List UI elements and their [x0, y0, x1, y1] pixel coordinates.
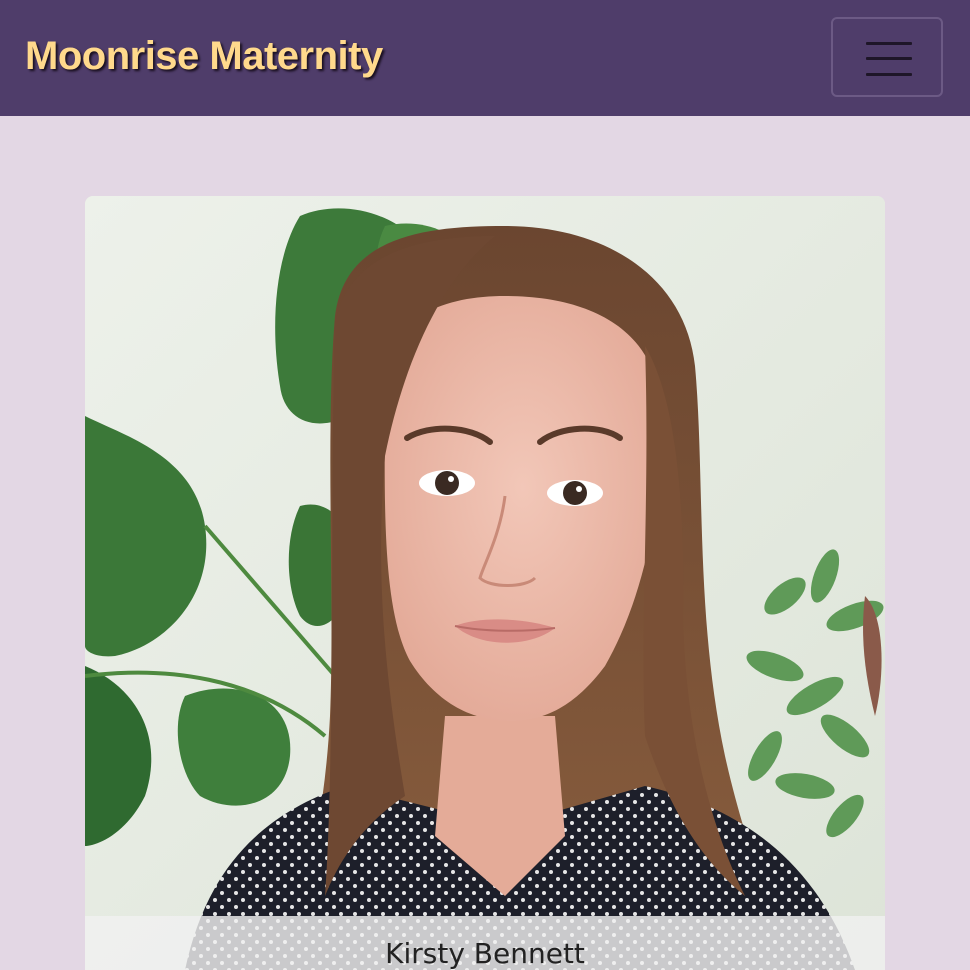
profile-caption: Kirsty Bennett: [85, 916, 885, 970]
top-navbar: Moonrise Maternity: [0, 0, 970, 116]
brand-logo-text[interactable]: Moonrise Maternity: [25, 31, 383, 81]
profile-photo: [85, 196, 885, 970]
menu-toggle-button[interactable]: [831, 17, 943, 97]
profile-card: Kirsty Bennett: [85, 196, 885, 970]
profile-name: Kirsty Bennett: [385, 937, 585, 970]
hamburger-menu-icon: [866, 41, 912, 77]
